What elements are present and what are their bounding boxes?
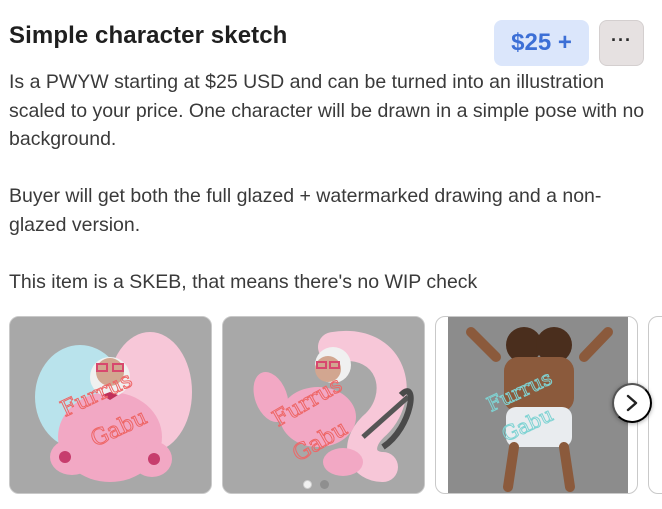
carousel-dot-1[interactable]: [303, 480, 312, 489]
gallery-image-3[interactable]: Furrus Gabu: [435, 316, 638, 494]
description-paragraph: Is a PWYW starting at $25 USD and can be…: [9, 71, 645, 151]
character-sketch-image-1: Furrus Gabu: [10, 317, 211, 493]
image-gallery: Furrus Gabu Furrus Gabu Furrus Gabu: [9, 316, 662, 494]
gallery-next-button[interactable]: [612, 383, 652, 423]
chevron-right-icon: [626, 394, 638, 412]
more-icon: ···: [611, 30, 632, 50]
character-sketch-image-3: Furrus Gabu: [448, 317, 628, 493]
description-paragraph: This item is a SKEB, that means there's …: [9, 271, 478, 294]
character-sketch-image-2: Furrus Gabu: [223, 317, 424, 493]
carousel-dot-2[interactable]: [320, 480, 329, 489]
price-button[interactable]: $25 +: [494, 20, 589, 66]
gallery-image-1[interactable]: Furrus Gabu: [9, 316, 212, 494]
item-description: Is a PWYW starting at $25 USD and can be…: [9, 68, 654, 297]
item-title: Simple character sketch: [9, 22, 288, 49]
carousel-dots: [303, 480, 329, 489]
gallery-image-2[interactable]: Furrus Gabu: [222, 316, 425, 494]
more-options-button[interactable]: ···: [599, 20, 644, 66]
product-card: Simple character sketch $25 + ··· Is a P…: [0, 0, 662, 509]
description-paragraph: Buyer will get both the full glazed + wa…: [9, 185, 602, 236]
